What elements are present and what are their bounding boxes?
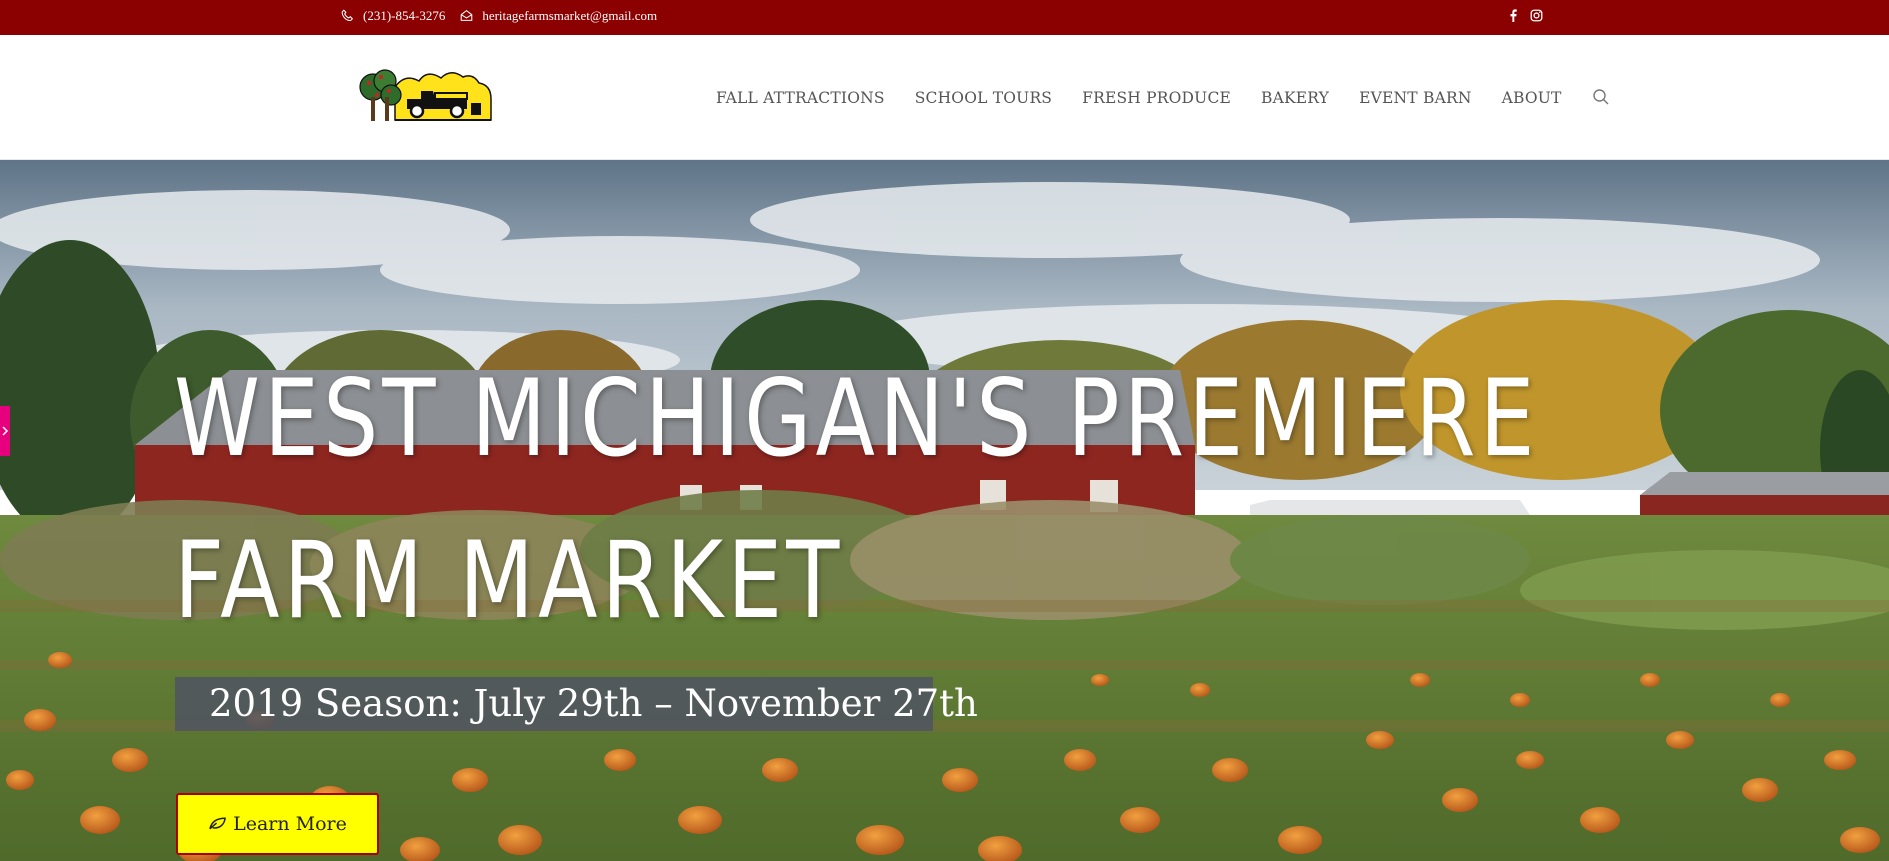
contact-info: (231)-854-3276 heritagefarmsmarket@gmail…: [341, 0, 663, 31]
main-nav: FALL ATTRACTIONS SCHOOL TOURS FRESH PROD…: [716, 35, 1610, 160]
search-icon[interactable]: [1592, 88, 1610, 106]
phone-icon: [341, 9, 354, 21]
site-logo[interactable]: [355, 65, 495, 125]
nav-bakery[interactable]: BAKERY: [1261, 89, 1329, 107]
season-dates: 2019 Season: July 29th – November 27th: [175, 677, 978, 731]
learn-more-label: Learn More: [233, 813, 347, 835]
nav-school-tours[interactable]: SCHOOL TOURS: [915, 89, 1052, 107]
nav-event-barn[interactable]: EVENT BARN: [1359, 89, 1471, 107]
hero-banner: West Michigan's Premiere Farm Market 201…: [0, 160, 1889, 861]
envelope-icon: [461, 9, 473, 21]
site-header: FALL ATTRACTIONS SCHOOL TOURS FRESH PROD…: [0, 35, 1889, 160]
nav-fresh-produce[interactable]: FRESH PRODUCE: [1082, 89, 1231, 107]
learn-more-button[interactable]: Learn More: [176, 793, 379, 855]
hero-headline: West Michigan's Premiere Farm Market: [174, 357, 1539, 642]
chevron-right-icon: [2, 426, 9, 436]
instagram-icon[interactable]: [1530, 9, 1543, 22]
social-links: [1507, 0, 1543, 31]
phone-number: (231)-854-3276: [363, 7, 446, 23]
nav-fall-attractions[interactable]: FALL ATTRACTIONS: [716, 89, 885, 107]
email-contact[interactable]: heritagefarmsmarket@gmail.com: [460, 8, 657, 24]
phone-contact[interactable]: (231)-854-3276: [341, 8, 445, 24]
nav-about[interactable]: ABOUT: [1502, 89, 1562, 107]
facebook-icon[interactable]: [1507, 9, 1520, 22]
email-address: heritagefarmsmarket@gmail.com: [482, 7, 658, 23]
leaf-icon: [209, 817, 227, 830]
top-bar: (231)-854-3276 heritagefarmsmarket@gmail…: [0, 0, 1889, 35]
side-drawer-toggle[interactable]: [0, 406, 10, 456]
